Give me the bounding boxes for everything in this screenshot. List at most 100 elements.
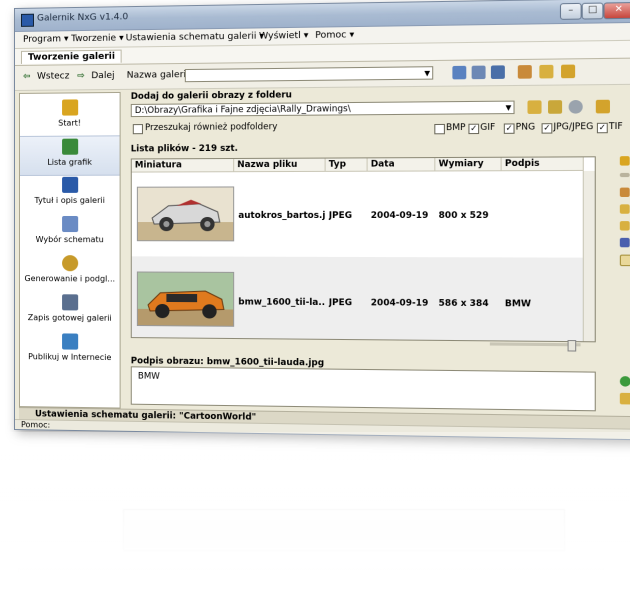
note-icon[interactable] bbox=[619, 254, 630, 267]
format-jpg-checkbox[interactable]: ✓ bbox=[541, 123, 553, 134]
save-as-icon[interactable] bbox=[490, 65, 505, 79]
accept-icon[interactable] bbox=[619, 376, 630, 387]
column-header-miniatura[interactable]: Miniatura bbox=[131, 158, 235, 173]
chevron-down-icon: ▼ bbox=[424, 69, 431, 78]
sidebar-item-label: Zapis gotowej galerii bbox=[27, 313, 112, 323]
box-icon[interactable] bbox=[619, 187, 630, 198]
recursive-label: Przeszukaj również podfoldery bbox=[145, 122, 278, 134]
floppy-icon bbox=[62, 294, 79, 311]
sidebar-item-generowanie[interactable]: Generowanie i podgl... bbox=[20, 253, 120, 292]
column-header-data[interactable]: Data bbox=[367, 158, 436, 172]
open-box-icon[interactable] bbox=[517, 65, 532, 79]
sidebar-item-schemat[interactable]: Wybór schematu bbox=[20, 214, 120, 252]
column-header-podpis[interactable]: Podpis bbox=[501, 157, 584, 172]
format-tif-label: TIF bbox=[608, 121, 623, 133]
caption-textarea[interactable]: BMW bbox=[130, 366, 596, 412]
sidebar-item-start[interactable]: Start! bbox=[20, 97, 120, 136]
sidebar-item-label: Wybór schematu bbox=[35, 235, 104, 245]
sidebar-item-label: Generowanie i podgl... bbox=[24, 274, 116, 284]
file-size: 800 x 529 bbox=[438, 210, 489, 222]
recursive-checkbox[interactable] bbox=[132, 124, 143, 135]
move-up-icon[interactable] bbox=[619, 204, 630, 214]
app-icon bbox=[20, 13, 34, 27]
folder-text-icon bbox=[62, 176, 79, 193]
eraser-icon[interactable] bbox=[595, 99, 610, 114]
close-button[interactable]: ✕ bbox=[603, 2, 630, 20]
menu-program[interactable]: Program ▾ bbox=[23, 34, 68, 45]
browse-folder-icon[interactable] bbox=[548, 100, 563, 114]
menu-wyswietl[interactable]: Wyświetl ▾ bbox=[259, 31, 308, 42]
table-row[interactable]: autokros_bartos.j... JPEG 2004-09-19 800… bbox=[131, 170, 595, 257]
folder-path-combo[interactable]: D:\Obrazy\Grafika i Fajne zdjęcia\Rally_… bbox=[130, 100, 515, 118]
network-icon bbox=[62, 333, 79, 350]
table-row[interactable]: bmw_1600_tii-la... JPEG 2004-09-19 586 x… bbox=[131, 256, 595, 343]
format-jpg-label: JPG/JPEG bbox=[553, 121, 594, 133]
folder-section-title: Dodaj do galerii obrazy z folderu bbox=[130, 90, 292, 102]
reflection-fade bbox=[0, 432, 630, 591]
thumbnail-image bbox=[136, 186, 235, 242]
format-png-label: PNG bbox=[515, 122, 536, 133]
add-icon[interactable] bbox=[619, 156, 630, 166]
gallery-name-combo[interactable]: ▼ bbox=[184, 66, 434, 83]
info-icon[interactable] bbox=[619, 237, 630, 248]
film-icon bbox=[62, 99, 79, 116]
refresh-icon[interactable] bbox=[568, 99, 583, 114]
menu-ustawienia[interactable]: Ustawienia schematu galerii ▾ bbox=[126, 31, 264, 43]
sidebar-item-zapis[interactable]: Zapis gotowej galerii bbox=[20, 292, 120, 331]
format-bmp-checkbox[interactable] bbox=[434, 123, 445, 135]
sidebar: Start! Lista grafik Tytuł i opis galerii… bbox=[18, 91, 121, 409]
file-date: 2004-09-19 bbox=[370, 298, 429, 309]
status-text: Pomoc: bbox=[20, 420, 51, 430]
format-bmp-label: BMP bbox=[446, 122, 466, 134]
scheme-icon bbox=[62, 215, 79, 233]
sidebar-item-publikuj[interactable]: Publikuj w Internecie bbox=[20, 331, 120, 370]
zoom-slider-track[interactable] bbox=[489, 339, 581, 352]
format-png-checkbox[interactable]: ✓ bbox=[503, 123, 515, 134]
format-gif-label: GIF bbox=[480, 122, 496, 133]
file-list-title: Lista plików - 219 szt. bbox=[130, 143, 238, 155]
eraser-icon[interactable] bbox=[561, 64, 576, 79]
folder-path-value: D:\Obrazy\Grafika i Fajne zdjęcia\Rally_… bbox=[134, 104, 351, 117]
vertical-scrollbar[interactable] bbox=[582, 170, 595, 342]
camera-icon[interactable] bbox=[452, 65, 467, 80]
edit-caption-icon[interactable] bbox=[619, 392, 630, 405]
format-gif-checkbox[interactable]: ✓ bbox=[468, 123, 480, 135]
file-caption: BMW bbox=[504, 298, 532, 310]
forward-button[interactable]: Dalej bbox=[91, 71, 114, 81]
back-button[interactable]: Wstecz bbox=[37, 71, 69, 81]
file-size: 586 x 384 bbox=[438, 298, 489, 310]
tab-tworzenie-galerii[interactable]: Tworzenie galerii bbox=[20, 49, 123, 64]
file-date: 2004-09-19 bbox=[370, 210, 429, 222]
remove-icon[interactable] bbox=[619, 172, 630, 178]
minimize-button[interactable]: – bbox=[559, 2, 582, 20]
app-window: Galernik NxG v1.4.0 – □ ✕ Program ▾ Twor… bbox=[14, 0, 630, 441]
back-arrow-icon: ⇦ bbox=[22, 71, 31, 82]
file-name: autokros_bartos.j... bbox=[238, 210, 326, 222]
file-type: JPEG bbox=[328, 210, 353, 222]
pencil-icon[interactable] bbox=[539, 64, 554, 79]
sidebar-item-label: Lista grafik bbox=[47, 157, 92, 167]
gallery-name-label: Nazwa galerii: bbox=[126, 69, 192, 81]
menu-pomoc[interactable]: Pomoc ▾ bbox=[315, 30, 354, 41]
sidebar-item-tytul[interactable]: Tytuł i opis galerii bbox=[20, 175, 120, 213]
caption-text: BMW bbox=[137, 371, 160, 382]
add-folder-icon[interactable] bbox=[527, 100, 542, 114]
save-icon[interactable] bbox=[471, 65, 486, 80]
column-header-typ[interactable]: Typ bbox=[325, 158, 368, 172]
maximize-button[interactable]: □ bbox=[581, 2, 604, 20]
column-header-nazwa[interactable]: Nazwa pliku bbox=[234, 158, 326, 173]
sidebar-item-label: Publikuj w Internecie bbox=[28, 352, 112, 363]
move-down-icon[interactable] bbox=[619, 221, 630, 231]
file-table: Miniatura Nazwa pliku Typ Data Wymiary P… bbox=[130, 156, 596, 343]
zoom-slider-thumb[interactable] bbox=[567, 339, 577, 352]
main-panel: Dodaj do galerii obrazy z folderu D:\Obr… bbox=[125, 87, 630, 414]
forward-arrow-icon: ⇨ bbox=[77, 71, 85, 82]
sidebar-item-lista-grafik[interactable]: Lista grafik bbox=[19, 135, 120, 176]
format-tif-checkbox[interactable]: ✓ bbox=[596, 122, 608, 134]
file-type: JPEG bbox=[328, 297, 353, 309]
sidebar-item-label: Start! bbox=[58, 118, 82, 128]
thumbnail-image bbox=[136, 271, 235, 327]
file-name: bmw_1600_tii-la... bbox=[238, 297, 326, 309]
menu-tworzenie[interactable]: Tworzenie ▾ bbox=[71, 33, 124, 44]
column-header-wymiary[interactable]: Wymiary bbox=[435, 157, 502, 172]
